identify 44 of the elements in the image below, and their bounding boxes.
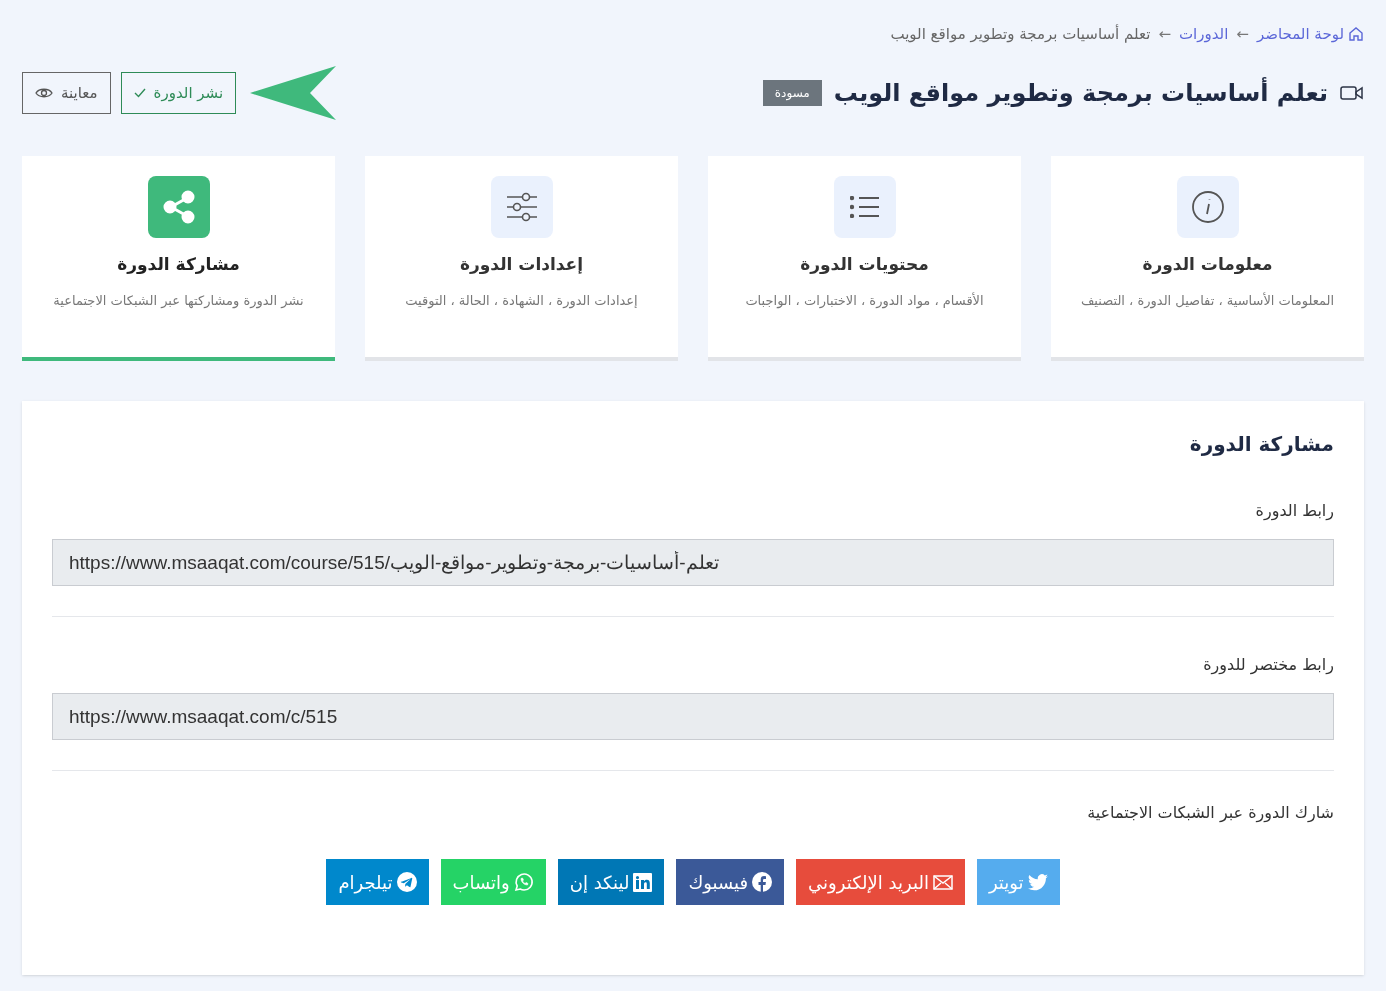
sliders-icon [505,192,538,222]
step-description: المعلومات الأساسية ، تفاصيل الدورة ، التصنيف [1079,291,1336,311]
facebook-icon [752,872,773,892]
status-badge: مسودة [762,80,822,106]
page-title: تعلم أساسيات برمجة وتطوير مواقع الويب [833,76,1328,109]
share-button[interactable]: لينكد إن [557,859,665,905]
share-button[interactable]: تيلجرام [326,859,429,905]
step-card[interactable]: إعدادات الدورة إعدادات الدورة ، الشهادة ، الحالة ، التوقيت [365,156,678,361]
step-title: مشاركة الدورة [117,253,240,276]
step-description: الأقسام ، مواد الدورة ، الاختبارات ، الواجبات [744,291,985,311]
panel-title: مشاركة الدورة [1188,431,1334,458]
step-title: محتويات الدورة [800,253,929,276]
url-field[interactable]: https://www.msaaqat.com/c/515 [52,693,1334,740]
whatsapp-icon [513,872,534,892]
telegram-icon [396,872,417,892]
step-title: معلومات الدورة [1142,253,1273,276]
eye-icon [35,87,53,99]
field-label: رابط الدورة [1254,500,1334,523]
breadcrumb-separator: ← [1236,23,1249,45]
video-camera-icon [1340,84,1364,102]
step-card[interactable]: معلومات الدورة المعلومات الأساسية ، تفاصيل الدورة ، التصنيف [1051,156,1364,361]
home-icon [1348,26,1364,42]
share-label: شارك الدورة عبر الشبكات الاجتماعية [1086,802,1334,825]
step-title: إعدادات الدورة [459,253,584,276]
share-button[interactable]: البريد الإلكتروني [796,859,965,905]
step-description: إعدادات الدورة ، الشهادة ، الحالة ، التوقيت [404,291,639,311]
list-icon [849,196,880,218]
publish-button[interactable]: نشر الدورة [120,72,237,114]
breadcrumb-separator: ← [1158,23,1171,45]
step-description: نشر الدورة ومشاركتها عبر الشبكات الاجتماعية [52,291,305,311]
step-card[interactable]: محتويات الدورة الأقسام ، مواد الدورة ، الاختبارات ، الواجبات [708,156,1021,361]
check-icon [133,88,146,98]
linkedin-icon [633,872,653,892]
envelope-icon [932,874,953,890]
info-icon [1190,190,1225,224]
breadcrumb-link[interactable]: لوحة المحاضر [1256,22,1364,46]
step-card[interactable]: مشاركة الدورة نشر الدورة ومشاركتها عبر الشبكات الاجتماعية [22,156,335,361]
bird-icon [1027,873,1048,891]
field-label: رابط مختصر للدورة [1202,654,1334,677]
share-icon [161,190,196,224]
breadcrumb-current: تعلم أساسيات برمجة وتطوير مواقع الويب [890,23,1151,45]
preview-button[interactable]: معاينة [22,72,111,114]
share-button[interactable]: فيسبوك [676,859,785,905]
breadcrumb-link[interactable]: الدورات [1178,22,1229,46]
